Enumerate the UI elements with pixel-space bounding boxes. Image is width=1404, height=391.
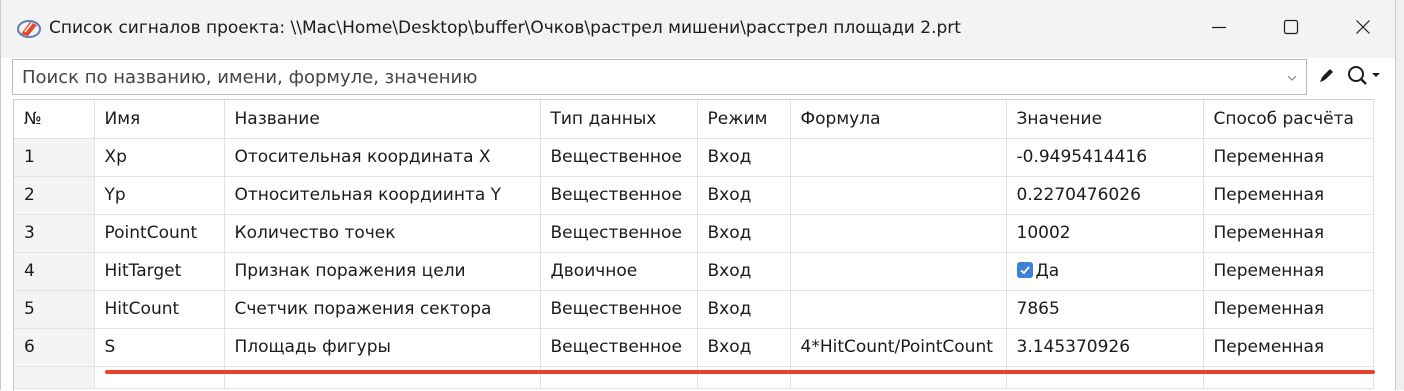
cell-method[interactable]: Переменная xyxy=(1203,214,1374,253)
cell-value[interactable]: Да xyxy=(1006,252,1204,291)
search-field[interactable] xyxy=(12,59,1307,95)
maximize-icon xyxy=(1283,19,1299,39)
cell-number: 1 xyxy=(14,138,95,177)
cell-name[interactable]: HitTarget xyxy=(94,252,225,291)
column-header-formula[interactable]: Формула xyxy=(790,100,1007,139)
cell-name[interactable]: HitCount xyxy=(94,290,225,329)
table-row[interactable]: 3 PointCount Количество точек Вещественн… xyxy=(14,214,1374,253)
highlight-underline xyxy=(105,370,1375,374)
maximize-button[interactable] xyxy=(1255,0,1327,58)
cell-value[interactable]: 3.145370926 xyxy=(1006,328,1204,367)
column-header-title[interactable]: Название xyxy=(224,100,541,139)
cell-mode[interactable]: Вход xyxy=(697,328,791,367)
table-row[interactable]: 1 Xp Отосительная координата X Веществен… xyxy=(14,138,1374,177)
cell-title[interactable]: Признак поражения цели xyxy=(224,252,541,291)
cell-value[interactable]: -0.9495414416 xyxy=(1006,138,1204,177)
cell-number: 3 xyxy=(14,214,95,253)
minimize-button[interactable] xyxy=(1183,0,1255,58)
cell-number: 6 xyxy=(14,328,95,367)
table-row[interactable]: 6 S Площадь фигуры Вещественное Вход 4*H… xyxy=(14,328,1374,367)
table-row[interactable]: 2 Yp Относительная коордиинта Y Веществе… xyxy=(14,176,1374,215)
signals-table-container: № Имя Название Тип данных Режим Формула … xyxy=(13,99,1374,391)
column-header-type[interactable]: Тип данных xyxy=(540,100,698,139)
cell-formula[interactable] xyxy=(790,214,1007,253)
cell-formula[interactable]: 4*HitCount/PointCount xyxy=(790,328,1007,367)
signals-table: № Имя Название Тип данных Режим Формула … xyxy=(14,100,1374,389)
title-bar[interactable]: Список сигналов проекта: \\Mac\Home\Desk… xyxy=(1,0,1395,58)
checkbox-checked-icon[interactable] xyxy=(1016,262,1033,278)
cell-mode[interactable]: Вход xyxy=(697,252,791,291)
cell-formula[interactable] xyxy=(790,176,1007,215)
minimize-icon xyxy=(1211,19,1227,39)
close-button[interactable] xyxy=(1327,0,1399,58)
window-title: Список сигналов проекта: \\Mac\Home\Desk… xyxy=(49,18,961,38)
column-header-name[interactable]: Имя xyxy=(94,100,225,139)
cell-type[interactable]: Вещественное xyxy=(540,328,698,367)
cell-name[interactable]: Xp xyxy=(94,138,225,177)
signals-window: Список сигналов проекта: \\Mac\Home\Desk… xyxy=(0,0,1396,391)
search-button[interactable] xyxy=(1344,62,1386,92)
cell-method[interactable]: Переменная xyxy=(1203,252,1374,291)
cell-type[interactable]: Двоичное xyxy=(540,252,698,291)
cell-type[interactable]: Вещественное xyxy=(540,290,698,329)
cell-type[interactable]: Вещественное xyxy=(540,214,698,253)
search-bar xyxy=(12,59,1388,95)
cell-number: 4 xyxy=(14,252,95,291)
table-row[interactable]: 4 HitTarget Признак поражения цели Двоич… xyxy=(14,252,1374,291)
cell-title[interactable]: Площадь фигуры xyxy=(224,328,541,367)
cell-method[interactable]: Переменная xyxy=(1203,176,1374,215)
cell-title[interactable]: Счетчик поражения сектора xyxy=(224,290,541,329)
cell-value[interactable]: 0.2270476026 xyxy=(1006,176,1204,215)
search-icon xyxy=(1346,64,1384,90)
cell-name[interactable]: Yp xyxy=(94,176,225,215)
cell-number: 2 xyxy=(14,176,95,215)
cell-number: 5 xyxy=(14,290,95,329)
cell-title[interactable]: Отосительная координата X xyxy=(224,138,541,177)
cell-mode[interactable]: Вход xyxy=(697,290,791,329)
edit-button[interactable] xyxy=(1312,62,1342,92)
table-header-row: № Имя Название Тип данных Режим Формула … xyxy=(14,100,1374,139)
column-header-value[interactable]: Значение xyxy=(1006,100,1204,139)
pencil-icon xyxy=(1317,65,1337,89)
cell-type[interactable]: Вещественное xyxy=(540,176,698,215)
cell-formula[interactable] xyxy=(790,138,1007,177)
cell-title[interactable]: Количество точек xyxy=(224,214,541,253)
table-row[interactable]: 5 HitCount Счетчик поражения сектора Вещ… xyxy=(14,290,1374,329)
cell-mode[interactable]: Вход xyxy=(697,214,791,253)
app-logo-icon xyxy=(17,19,41,39)
background-strip xyxy=(1396,0,1404,390)
cell-type[interactable]: Вещественное xyxy=(540,138,698,177)
cell-value[interactable]: 10002 xyxy=(1006,214,1204,253)
cell-name[interactable]: S xyxy=(94,328,225,367)
cell-method[interactable]: Переменная xyxy=(1203,290,1374,329)
cell-value[interactable]: 7865 xyxy=(1006,290,1204,329)
cell-mode[interactable]: Вход xyxy=(697,176,791,215)
column-header-method[interactable]: Способ расчёта xyxy=(1203,100,1374,139)
cell-formula[interactable] xyxy=(790,290,1007,329)
column-header-mode[interactable]: Режим xyxy=(697,100,791,139)
search-input[interactable] xyxy=(13,60,1272,94)
chevron-down-icon[interactable] xyxy=(1284,70,1300,86)
cell-formula[interactable] xyxy=(790,252,1007,291)
cell-method[interactable]: Переменная xyxy=(1203,138,1374,177)
cell-mode[interactable]: Вход xyxy=(697,138,791,177)
cell-method[interactable]: Переменная xyxy=(1203,328,1374,367)
column-header-number[interactable]: № xyxy=(14,100,95,139)
cell-value-label: Да xyxy=(1035,261,1060,281)
close-icon xyxy=(1355,19,1371,39)
cell-title[interactable]: Относительная коордиинта Y xyxy=(224,176,541,215)
cell-name[interactable]: PointCount xyxy=(94,214,225,253)
